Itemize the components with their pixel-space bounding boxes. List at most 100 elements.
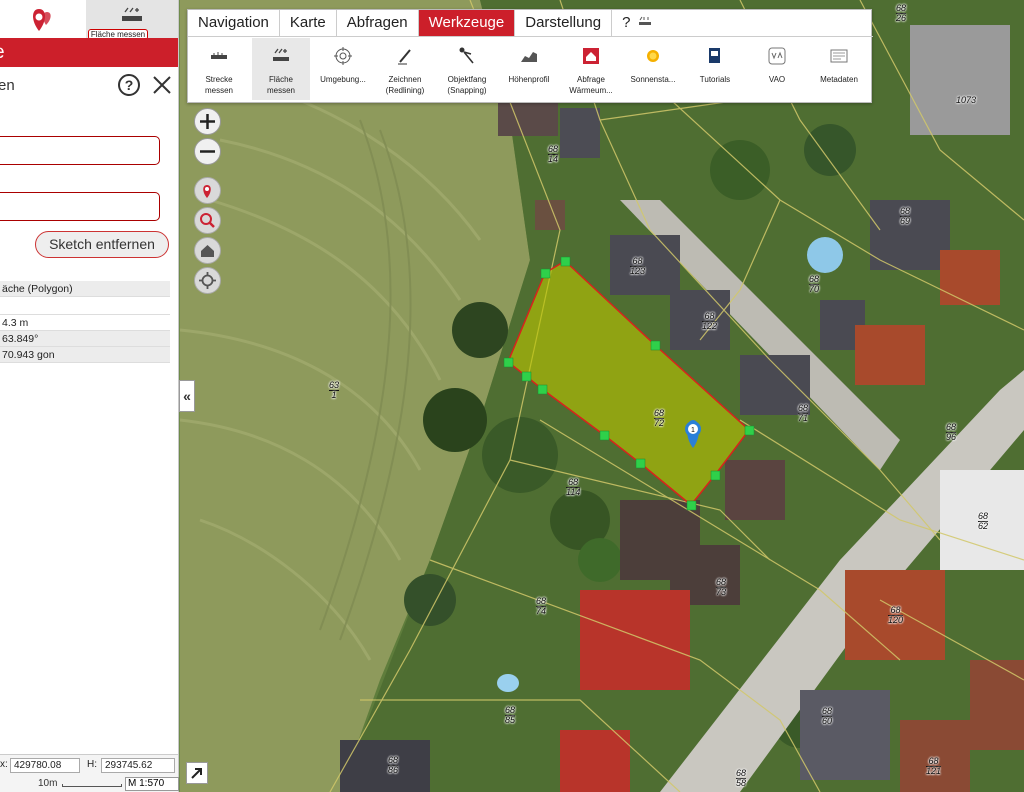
target-icon [199, 272, 216, 289]
parcel-label: 68 122 [702, 311, 718, 331]
parcel-label: 68 71 [798, 403, 809, 423]
minus-icon [200, 150, 215, 153]
app-root: { "colors": { "accent": "#cc1f2a", "poly… [0, 0, 1024, 792]
parcel-label: 68 69 [900, 206, 911, 226]
polygon-vertex [650, 340, 661, 351]
plus-icon [200, 114, 215, 129]
info-row-degrees: 63.849° [0, 331, 170, 347]
map-view[interactable]: 1 [180, 0, 1024, 792]
tab-karte[interactable]: Karte [280, 10, 337, 36]
tab-werkzeuge[interactable]: Werkzeuge [418, 10, 516, 36]
tool-surroundings[interactable]: Umgebung... [314, 38, 372, 100]
info-row-length: 4.3 m [0, 315, 170, 331]
panel-title: e [0, 38, 5, 67]
tool-label: Metadaten [820, 75, 858, 84]
tool-label: Tutorials [699, 75, 731, 84]
tool-redlining[interactable]: Zeichnen (Redlining) [376, 38, 434, 100]
measure-input-2[interactable] [0, 192, 160, 221]
tool-label: Strecke messen [204, 75, 233, 95]
home-button[interactable] [194, 237, 221, 264]
svg-text:1: 1 [691, 427, 695, 434]
tool-label: Umgebung... [320, 75, 366, 84]
tab-darstellung[interactable]: Darstellung [515, 10, 613, 36]
tool-label: Objektfang (Snapping) [447, 75, 487, 95]
tool-snapping[interactable]: Objektfang (Snapping) [438, 38, 496, 100]
arrow-diagonal-icon [191, 768, 202, 779]
coord-x-value: 429780.08 [10, 758, 80, 773]
tool-elevation-profile[interactable]: Höhenprofil [500, 38, 558, 100]
parcel-label: 68 70 [809, 274, 820, 294]
tool-label: Zeichnen (Redlining) [385, 75, 425, 95]
parcel-label: 68 26 [896, 3, 907, 23]
tool-metadata[interactable]: Metadaten [810, 38, 868, 100]
parcel-label: 68 85 [505, 705, 516, 725]
zoom-in-button[interactable] [194, 108, 221, 135]
tool-vao[interactable]: VAO [748, 38, 806, 100]
scale-bar-label: 10m [38, 778, 58, 789]
polygon-vertex [560, 256, 571, 267]
parcel-label: 68 73 [716, 577, 727, 597]
zoom-out-button[interactable] [194, 138, 221, 165]
parcel-label: 1073 [956, 95, 977, 105]
crosshair-icon [334, 47, 352, 65]
elevation-profile-icon [521, 52, 537, 62]
help-tab-label: ? [622, 14, 631, 31]
tool-label: Abfrage Wärmeum... [569, 75, 613, 95]
zoom-search-button[interactable] [194, 207, 221, 234]
help-icon[interactable]: ? [118, 74, 140, 96]
parcel-label: 68 121 [926, 756, 942, 776]
scale-label: M 1:570 [125, 777, 179, 791]
coordinate-bar: x: 429780.08 H: 293745.62 [0, 754, 178, 774]
measure-input-1[interactable] [0, 136, 160, 165]
sun-icon [647, 50, 659, 62]
parcel-label: 68 62 [978, 511, 989, 531]
panel-tab-area-measure[interactable]: Fläche messen [86, 0, 178, 40]
parcel-label: 68 74 [536, 596, 547, 616]
tool-label: Sonnensta... [630, 75, 676, 84]
tool-heat-query[interactable]: Abfrage Wärmeum... [562, 38, 620, 100]
coord-y-label: H: [87, 759, 97, 770]
parcel-label: 68 58 [736, 768, 747, 788]
tab-help[interactable]: ? [612, 10, 662, 36]
parcel-label: 68 120 [888, 605, 904, 625]
polygon-vertex [635, 458, 646, 469]
parcel-label: 68 86 [388, 755, 399, 775]
panel-tab-locations[interactable] [0, 0, 86, 38]
parcel-label: 68 96 [946, 422, 957, 442]
polygon-vertex [540, 268, 551, 279]
remove-sketch-button[interactable]: Sketch entfernen [35, 231, 169, 258]
map-pin-icon [203, 185, 211, 198]
parcel-label: 68 60 [822, 706, 833, 726]
locate-me-button[interactable] [194, 267, 221, 294]
vao-icon [768, 47, 786, 65]
polygon-vertex [599, 430, 610, 441]
metadata-icon [830, 49, 848, 63]
tool-distance-measure[interactable]: Strecke messen [190, 38, 248, 100]
location-pin-button[interactable] [194, 177, 221, 204]
menu-tabs: Navigation Karte Abfragen Werkzeuge Dars… [188, 10, 873, 37]
close-icon[interactable] [151, 74, 173, 96]
collapse-arrow-icon: « [183, 388, 191, 404]
collapse-panel-button[interactable]: « [179, 380, 195, 412]
ruler-icon [211, 52, 227, 59]
parcel-label: 68 114 [566, 477, 581, 497]
tab-abfragen[interactable]: Abfragen [337, 10, 419, 36]
tool-label: Höhenprofil [508, 75, 550, 84]
polygon-vertex [503, 357, 514, 368]
house-heat-icon [583, 48, 599, 64]
info-row-type: äche (Polygon) [0, 281, 170, 297]
tool-row: Strecke messen Fläche messen Umgebung...… [188, 38, 873, 102]
polygon-vertex [686, 500, 697, 511]
tool-sun-position[interactable]: Sonnensta... [624, 38, 682, 100]
tool-area-measure[interactable]: Fläche messen [252, 38, 310, 100]
tab-navigation[interactable]: Navigation [188, 10, 280, 36]
area-measure-icon [122, 7, 142, 21]
left-panel: Fläche messen e en ? Sketch entfernen äc… [0, 0, 179, 792]
expand-map-button[interactable] [186, 762, 208, 784]
panel-header: e [0, 38, 178, 67]
tutorial-book-icon [709, 48, 720, 63]
coord-x-label: x: [0, 759, 8, 770]
parcel-label: 68 123 [630, 256, 646, 276]
tool-tutorials[interactable]: Tutorials [686, 38, 744, 100]
tool-label: Fläche messen [266, 75, 295, 95]
